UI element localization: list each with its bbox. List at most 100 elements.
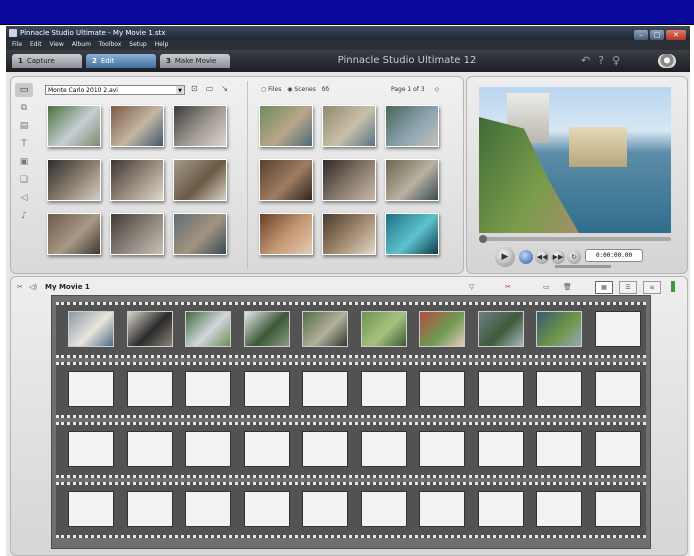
scene-thumb-page2-9[interactable]: [385, 213, 439, 255]
storyboard-empty-slot[interactable]: [594, 311, 641, 347]
volume-slider[interactable]: [555, 265, 611, 268]
storyboard-empty-slot[interactable]: [419, 431, 465, 467]
tab-make-movie[interactable]: 3 Make Movie: [160, 54, 230, 68]
folder-icon[interactable]: ▭: [206, 84, 214, 93]
tab-edit[interactable]: 2 Edit: [86, 54, 156, 68]
shield-icon[interactable]: ▽: [469, 281, 474, 293]
tab-capture[interactable]: 1 Capture: [12, 54, 82, 68]
minimize-button[interactable]: –: [634, 30, 648, 40]
clip-properties-icon[interactable]: ▭: [543, 281, 550, 293]
trash-icon[interactable]: 🗑: [563, 281, 572, 293]
storyboard-empty-slot[interactable]: [68, 371, 114, 407]
storyboard-empty-slot[interactable]: [594, 371, 641, 407]
storyboard-empty-slot[interactable]: [477, 491, 524, 527]
loop-button[interactable]: ↻: [567, 250, 581, 264]
scene-thumb-page2-4[interactable]: [259, 159, 313, 201]
storyboard-empty-slot[interactable]: [302, 371, 348, 407]
page-nav-icon[interactable]: ◇: [435, 86, 440, 93]
storyboard-empty-slot[interactable]: [185, 371, 231, 407]
forward-button[interactable]: ▶▶: [551, 250, 565, 264]
scene-thumb-7[interactable]: [47, 213, 101, 255]
storyboard-clip[interactable]: [477, 311, 524, 347]
menu-album[interactable]: Album: [72, 41, 91, 48]
storyboard-empty-slot[interactable]: [302, 431, 348, 467]
scene-thumb-1[interactable]: [47, 105, 101, 147]
album-tab-photos[interactable]: ▣: [15, 155, 33, 169]
maximize-button[interactable]: □: [650, 30, 664, 40]
scissors-icon[interactable]: ✂: [17, 281, 23, 293]
menu-toolbox[interactable]: Toolbox: [99, 41, 122, 48]
radio-files[interactable]: ○ Files: [261, 86, 281, 93]
storyboard-empty-slot[interactable]: [536, 371, 582, 407]
scene-thumb-page2-1[interactable]: [259, 105, 313, 147]
storyboard-empty-slot[interactable]: [419, 491, 465, 527]
tip-icon[interactable]: ♀: [612, 54, 620, 67]
storyboard-view-button[interactable]: ▦: [595, 281, 613, 294]
storyboard-clip[interactable]: [360, 311, 407, 347]
close-button[interactable]: ✕: [666, 30, 686, 40]
scene-thumb-3[interactable]: [173, 105, 227, 147]
album-tab-titles[interactable]: T: [15, 137, 33, 151]
storyboard-empty-slot[interactable]: [302, 491, 348, 527]
folder-up-icon[interactable]: ⊡: [191, 84, 198, 93]
storyboard-empty-slot[interactable]: [594, 431, 641, 467]
scene-thumb-page2-8[interactable]: [322, 213, 376, 255]
storyboard-empty-slot[interactable]: [185, 431, 231, 467]
storyboard-empty-slot[interactable]: [68, 431, 114, 467]
storyboard-empty-slot[interactable]: [185, 491, 231, 527]
scrubber-handle[interactable]: [479, 235, 487, 243]
glasses-icon[interactable]: ϭϭ: [322, 86, 329, 93]
menu-setup[interactable]: Setup: [129, 41, 146, 48]
scene-thumb-page2-5[interactable]: [322, 159, 376, 201]
razor-icon[interactable]: ✂: [505, 281, 511, 293]
text-view-button[interactable]: ≡: [643, 281, 661, 294]
file-select-dropdown[interactable]: Monte Carlo 2010 2.avi ▼: [45, 85, 185, 95]
storyboard-empty-slot[interactable]: [477, 431, 524, 467]
storyboard-clip[interactable]: [243, 311, 290, 347]
storyboard-empty-slot[interactable]: [126, 431, 173, 467]
arrow-cursor-icon[interactable]: ↘: [221, 84, 228, 93]
scene-thumb-5[interactable]: [110, 159, 164, 201]
rewind-button[interactable]: ◀◀: [535, 250, 549, 264]
storyboard-empty-slot[interactable]: [126, 371, 173, 407]
storyboard-empty-slot[interactable]: [360, 431, 407, 467]
storyboard-empty-slot[interactable]: [360, 371, 407, 407]
storyboard-empty-slot[interactable]: [243, 431, 290, 467]
stop-button[interactable]: [519, 250, 533, 264]
storyboard-empty-slot[interactable]: [594, 491, 641, 527]
album-tab-music[interactable]: ♪: [15, 209, 33, 223]
scene-thumb-page2-2[interactable]: [322, 105, 376, 147]
menu-help[interactable]: Help: [155, 41, 169, 48]
album-tab-video[interactable]: ▭: [15, 83, 33, 97]
storyboard-empty-slot[interactable]: [243, 491, 290, 527]
album-tab-transitions[interactable]: ⧉: [15, 101, 33, 115]
storyboard-clip[interactable]: [68, 311, 114, 347]
storyboard-empty-slot[interactable]: [536, 431, 582, 467]
help-icon[interactable]: ?: [598, 54, 604, 67]
scene-thumb-2[interactable]: [110, 105, 164, 147]
scene-thumb-9[interactable]: [173, 213, 227, 255]
scene-thumb-page2-6[interactable]: [385, 159, 439, 201]
album-tab-menus[interactable]: ❏: [15, 173, 33, 187]
storyboard-empty-slot[interactable]: [68, 491, 114, 527]
speaker-icon[interactable]: ◁): [29, 281, 37, 293]
storyboard-empty-slot[interactable]: [419, 371, 465, 407]
scene-thumb-page2-7[interactable]: [259, 213, 313, 255]
play-button[interactable]: ▶: [495, 247, 515, 267]
storyboard-empty-slot[interactable]: [126, 491, 173, 527]
storyboard-empty-slot[interactable]: [360, 491, 407, 527]
scene-thumb-6[interactable]: [173, 159, 227, 201]
menu-edit[interactable]: Edit: [30, 41, 42, 48]
undo-icon[interactable]: ↶: [581, 54, 590, 67]
scrubber-bar[interactable]: [479, 235, 671, 243]
timeline-view-button[interactable]: ☰: [619, 281, 637, 294]
storyboard-clip[interactable]: [536, 311, 582, 347]
storyboard-clip[interactable]: [302, 311, 348, 347]
storyboard-clip[interactable]: [185, 311, 231, 347]
album-tab-themes[interactable]: ▤: [15, 119, 33, 133]
storyboard-clip[interactable]: [419, 311, 465, 347]
scene-thumb-8[interactable]: [110, 213, 164, 255]
storyboard-empty-slot[interactable]: [536, 491, 582, 527]
radio-scenes[interactable]: ◉ Scenes: [287, 86, 316, 93]
storyboard-empty-slot[interactable]: [477, 371, 524, 407]
